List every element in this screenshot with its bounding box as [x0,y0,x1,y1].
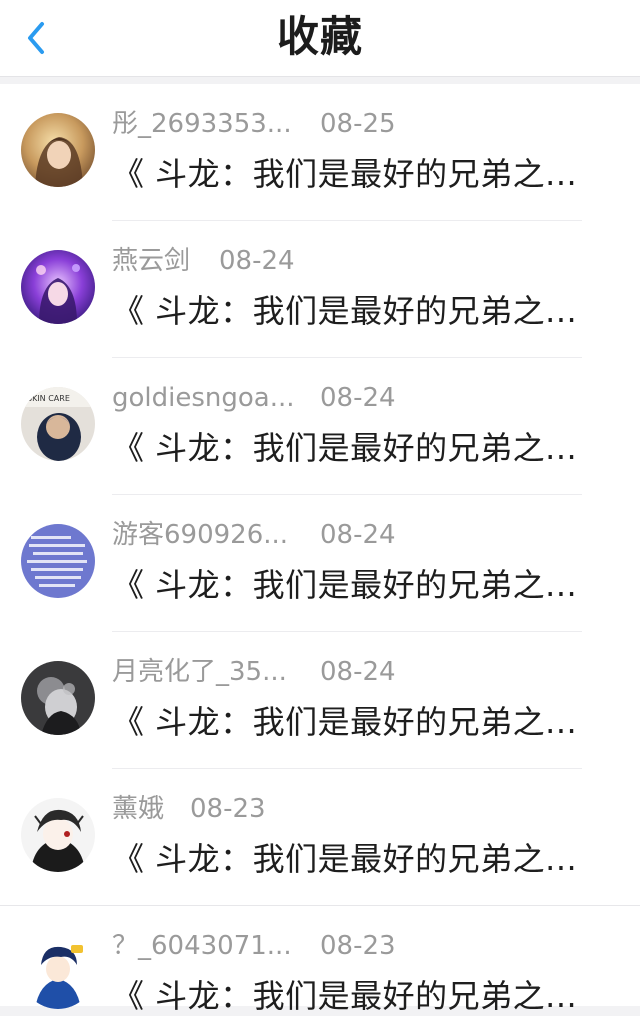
item-date: 08-25 [320,109,396,139]
avatar-text-blue-icon[interactable] [21,524,95,598]
item-date: 08-24 [320,520,396,550]
item-content: 《 斗龙：我们是最好的兄弟之... [112,155,578,193]
list-item[interactable]: ？_6043071... 08-23 《 斗龙：我们是最好的兄弟之... [0,906,640,1015]
avatar-anime-purple-icon[interactable] [21,250,95,324]
item-content: 《 斗龙：我们是最好的兄弟之... [112,292,578,330]
list-item[interactable]: 燕云剑 08-24 《 斗龙：我们是最好的兄弟之... [0,221,640,358]
item-date: 08-24 [320,383,396,413]
list-item[interactable]: SKIN CARE goldiesngoa... 08-24 《 斗龙：我们是最… [0,358,640,495]
item-date: 08-24 [320,657,396,687]
item-content: 《 斗龙：我们是最好的兄弟之... [112,566,578,604]
favorites-list: 彤_2693353... 08-25 《 斗龙：我们是最好的兄弟之... 燕云剑… [0,84,640,1015]
avatar-girl-warm-icon[interactable] [21,113,95,187]
avatar-skin-care-icon[interactable]: SKIN CARE [21,387,95,461]
avatar-dark-monochrome-icon[interactable] [21,661,95,735]
list-item[interactable]: 月亮化了_35... 08-24 《 斗龙：我们是最好的兄弟之... [0,632,640,769]
list-item[interactable]: 薰娥 08-23 《 斗龙：我们是最好的兄弟之... [0,769,640,906]
user-name: 薰娥 [112,794,165,824]
item-date: 08-24 [219,246,295,276]
user-name: 燕云剑 [112,246,191,276]
svg-text:SKIN CARE: SKIN CARE [27,394,70,403]
item-content: 《 斗龙：我们是最好的兄弟之... [112,977,578,1015]
item-content: 《 斗龙：我们是最好的兄弟之... [112,840,578,878]
list-item[interactable]: 游客690926... 08-24 《 斗龙：我们是最好的兄弟之... [0,495,640,632]
item-content: 《 斗龙：我们是最好的兄弟之... [112,703,578,741]
user-name: 彤_2693353... [112,109,292,139]
page-title: 收藏 [276,12,363,61]
user-name: 游客690926... [112,520,289,550]
avatar-blue-character-icon[interactable] [21,935,95,1009]
item-content: 《 斗龙：我们是最好的兄弟之... [112,429,578,467]
list-item[interactable]: 彤_2693353... 08-25 《 斗龙：我们是最好的兄弟之... [0,84,640,221]
user-name: ？_6043071... [112,931,292,961]
avatar-anime-boy-icon[interactable] [21,798,95,872]
item-date: 08-23 [320,931,396,961]
user-name: goldiesngoa... [112,383,295,413]
top-bar: 收藏 [0,0,640,77]
item-date: 08-23 [190,794,266,824]
user-name: 月亮化了_35... [112,657,287,687]
